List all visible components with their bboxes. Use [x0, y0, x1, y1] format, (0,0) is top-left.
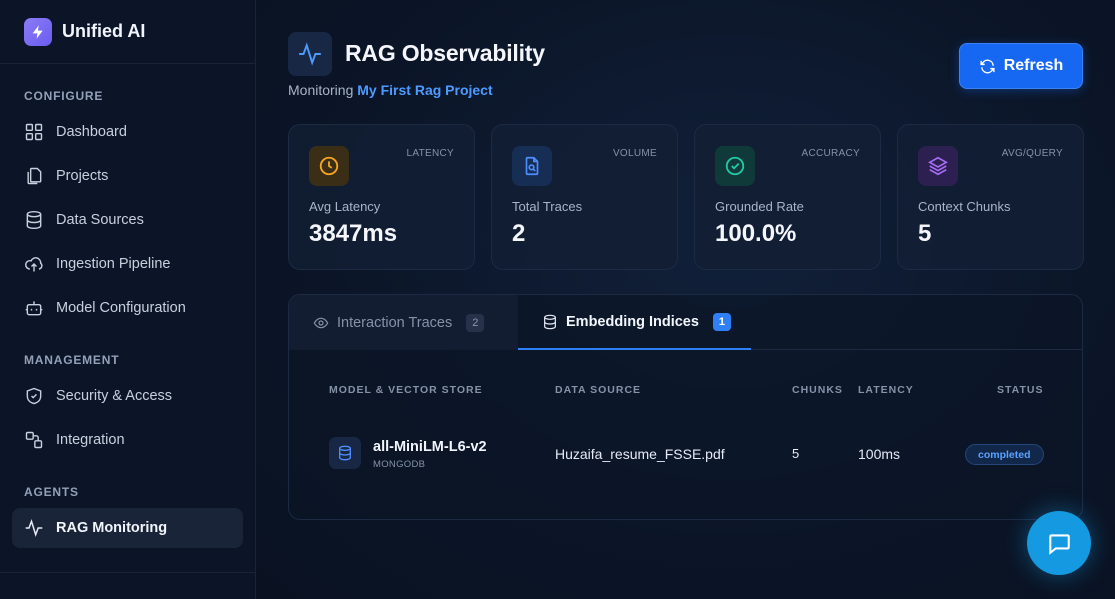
stat-card-accuracy: ACCURACY Grounded Rate 100.0% — [694, 124, 881, 270]
brand[interactable]: Unified AI — [0, 0, 255, 64]
shield-icon — [26, 387, 42, 405]
tab-bar: Interaction Traces 2 Embedding Indices 1 — [289, 295, 1082, 350]
stat-value: 2 — [512, 220, 526, 247]
eye-icon — [313, 317, 329, 328]
column-header-status: STATUS — [997, 384, 1044, 396]
sidebar-item-rag-monitoring[interactable]: RAG Monitoring — [12, 508, 243, 548]
section-title-management: MANAGEMENT — [24, 353, 120, 367]
tab-embedding-indices[interactable]: Embedding Indices 1 — [518, 295, 751, 350]
stat-value: 100.0% — [715, 220, 797, 247]
stat-tag: VOLUME — [612, 148, 657, 159]
table-row[interactable]: all-MiniLM-L6-v2 MONGODB Huzaifa_resume_… — [289, 425, 1082, 481]
tab-label: Interaction Traces — [337, 314, 453, 331]
layers-icon — [918, 146, 958, 186]
tab-count-badge: 2 — [466, 313, 485, 332]
column-header-model: MODEL & VECTOR STORE — [329, 384, 483, 396]
section-title-agents: AGENTS — [24, 485, 79, 499]
sidebar-item-security-access[interactable]: Security & Access — [12, 376, 243, 416]
page-title: RAG Observability — [345, 40, 545, 66]
project-link[interactable]: My First Rag Project — [357, 82, 492, 98]
page-subtitle: Monitoring My First Rag Project — [288, 82, 493, 98]
sidebar-divider — [0, 572, 255, 573]
model-name: all-MiniLM-L6-v2 — [373, 439, 487, 455]
chat-bubble-icon — [1049, 534, 1070, 555]
refresh-icon — [980, 59, 995, 73]
subtitle-prefix: Monitoring — [288, 82, 354, 98]
stat-card-context: AVG/QUERY Context Chunks 5 — [897, 124, 1084, 270]
stat-label: Avg Latency — [309, 199, 381, 214]
refresh-label: Refresh — [1003, 57, 1064, 74]
chunks-cell: 5 — [792, 446, 800, 461]
sidebar-item-ingestion-pipeline[interactable]: Ingestion Pipeline — [12, 244, 243, 284]
database-icon — [329, 437, 361, 469]
stat-card-latency: LATENCY Avg Latency 3847ms — [288, 124, 475, 270]
files-icon — [27, 167, 42, 185]
database-icon — [544, 314, 556, 329]
stat-tag: LATENCY — [406, 148, 454, 159]
data-source-cell: Huzaifa_resume_FSSE.pdf — [555, 446, 725, 462]
cloud-upload-icon — [25, 257, 43, 272]
status-badge: completed — [965, 444, 1044, 465]
stat-label: Context Chunks — [918, 199, 1011, 214]
stat-value: 5 — [918, 220, 932, 247]
sidebar-item-label: Integration — [56, 432, 125, 448]
activity-icon — [25, 519, 43, 537]
file-search-icon — [512, 146, 552, 186]
sidebar-item-label: Ingestion Pipeline — [56, 256, 171, 272]
activity-icon — [288, 32, 332, 76]
refresh-button[interactable]: Refresh — [959, 43, 1083, 89]
tab-interaction-traces[interactable]: Interaction Traces 2 — [289, 295, 518, 350]
vector-store: MONGODB — [373, 459, 426, 470]
sidebar-item-label: RAG Monitoring — [56, 520, 168, 536]
grid-icon — [25, 123, 43, 141]
sidebar-item-label: Data Sources — [56, 212, 144, 228]
sidebar-item-label: Dashboard — [56, 124, 127, 140]
tab-label: Embedding Indices — [566, 313, 699, 330]
sidebar-item-data-sources[interactable]: Data Sources — [12, 200, 243, 240]
database-icon — [26, 210, 42, 230]
section-title-configure: CONFIGURE — [24, 89, 104, 103]
stat-label: Total Traces — [512, 199, 583, 214]
latency-cell: 100ms — [858, 446, 901, 462]
column-header-chunks: CHUNKS — [792, 384, 843, 396]
sidebar-item-projects[interactable]: Projects — [12, 156, 243, 196]
sidebar: Unified AI CONFIGURE Dashboard Projects … — [0, 0, 256, 599]
stat-label: Grounded Rate — [715, 199, 804, 214]
sidebar-item-label: Projects — [56, 168, 109, 184]
main-content: RAG Observability Monitoring My First Ra… — [256, 0, 1115, 599]
integration-icon — [25, 431, 43, 449]
tab-count-badge: 1 — [712, 312, 731, 331]
sidebar-item-dashboard[interactable]: Dashboard — [12, 112, 243, 152]
bolt-icon — [24, 17, 52, 46]
stat-value: 3847ms — [309, 220, 398, 247]
brand-name: Unified AI — [62, 21, 146, 41]
stat-card-volume: VOLUME Total Traces 2 — [491, 124, 678, 270]
stat-tag: ACCURACY — [801, 148, 860, 159]
stat-tag: AVG/QUERY — [1001, 148, 1063, 159]
sidebar-item-label: Security & Access — [56, 388, 173, 404]
sidebar-item-label: Model Configuration — [56, 300, 186, 316]
traces-panel: Interaction Traces 2 Embedding Indices 1… — [288, 294, 1083, 520]
column-header-data-source: DATA SOURCE — [555, 384, 642, 396]
chat-button[interactable] — [1027, 511, 1091, 575]
sidebar-item-integration[interactable]: Integration — [12, 420, 243, 460]
clock-icon — [309, 146, 349, 186]
sidebar-item-model-configuration[interactable]: Model Configuration — [12, 288, 243, 328]
robot-icon — [25, 301, 43, 316]
check-circle-icon — [715, 146, 755, 186]
column-header-latency: LATENCY — [858, 384, 914, 396]
